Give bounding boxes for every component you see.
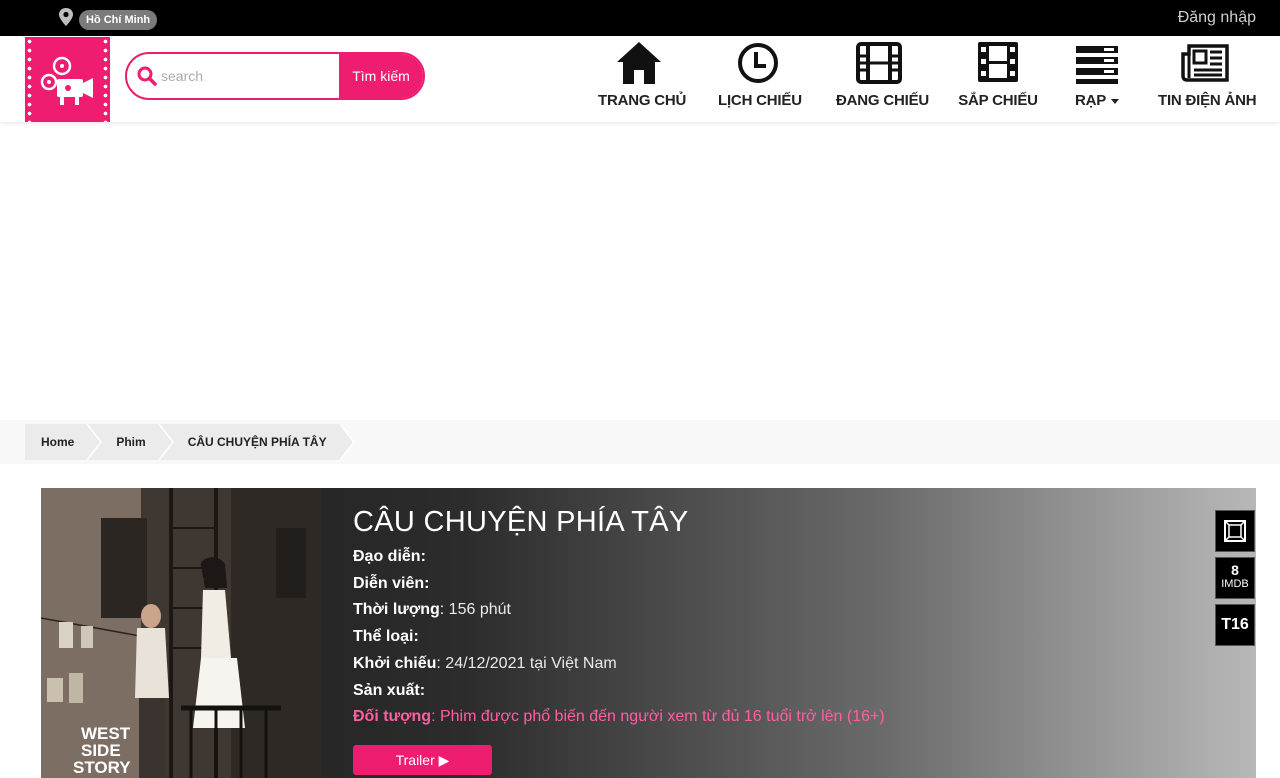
chevron-down-icon bbox=[1111, 98, 1120, 104]
nav-item-schedule[interactable]: LỊCH CHIẾU bbox=[718, 40, 802, 116]
duration-value: 156 phút bbox=[448, 601, 511, 619]
movie-detail-panel: WEST SIDE STORY CÂU CHUYỆN PHÍA TÂY Đạo … bbox=[41, 488, 1256, 778]
director-row: Đạo diễn: bbox=[353, 548, 426, 565]
home-icon bbox=[617, 42, 661, 84]
site-logo[interactable] bbox=[25, 37, 110, 122]
duration-row: Thời lượng: 156 phút bbox=[353, 601, 511, 619]
imdb-badge: 8 IMDB bbox=[1215, 557, 1255, 599]
duration-label: Thời lượng bbox=[353, 601, 440, 619]
breadcrumb-home[interactable]: Home bbox=[25, 424, 103, 460]
director-label: Đạo diễn bbox=[353, 548, 421, 565]
release-value: 24/12/2021 tại Việt Nam bbox=[445, 654, 617, 672]
audience-row: Đối tượng: Phim được phổ biến đến người … bbox=[353, 708, 885, 726]
nav-label-coming-soon: SẮP CHIẾU bbox=[958, 92, 1038, 109]
nav-label-home: TRANG CHỦ bbox=[598, 92, 687, 109]
header: Tìm kiếm TRANG CHỦ LỊCH CHIẾU ĐANG CHIẾU bbox=[0, 36, 1280, 122]
producer-row: Sản xuất: bbox=[353, 681, 426, 699]
audience-label: Đối tượng bbox=[353, 708, 432, 726]
search-box: Tìm kiếm bbox=[125, 52, 425, 100]
nav-item-home[interactable]: TRANG CHỦ bbox=[598, 40, 687, 116]
clock-icon bbox=[738, 43, 778, 83]
poster-image: WEST SIDE STORY bbox=[41, 488, 322, 778]
cast-row: Diễn viên: bbox=[353, 574, 430, 592]
film-strip-icon bbox=[978, 42, 1018, 82]
producer-label: Sản xuất bbox=[353, 681, 420, 699]
nav-label-schedule: LỊCH CHIẾU bbox=[718, 92, 802, 109]
audience-value: Phim được phổ biến đến người xem từ đủ 1… bbox=[439, 708, 885, 726]
login-link[interactable]: Đăng nhập bbox=[1178, 8, 1256, 28]
theater-list-icon bbox=[1076, 46, 1118, 84]
nav-item-theaters[interactable]: RẠP bbox=[1072, 40, 1122, 116]
age-rating-badge: T16 bbox=[1215, 604, 1255, 646]
breadcrumb-bar: Home Phim CÂU CHUYỆN PHÍA TÂY bbox=[0, 420, 1280, 464]
location-pin-icon bbox=[59, 8, 73, 26]
breadcrumb: Home Phim CÂU CHUYỆN PHÍA TÂY bbox=[25, 424, 355, 460]
fullscreen-button[interactable] bbox=[1215, 510, 1255, 552]
search-icon bbox=[137, 66, 157, 86]
film-perforation-left bbox=[26, 37, 33, 122]
genre-row: Thể loại: bbox=[353, 628, 419, 646]
release-label: Khởi chiếu bbox=[353, 654, 437, 672]
projector-icon bbox=[35, 42, 100, 117]
nav-label-theaters: RẠP bbox=[1072, 92, 1122, 109]
search-input[interactable] bbox=[161, 54, 341, 98]
movie-info: CÂU CHUYỆN PHÍA TÂY Đạo diễn: Diễn viên:… bbox=[353, 504, 1173, 775]
city-selector[interactable]: Hồ Chí Minh bbox=[79, 10, 158, 30]
nav-theaters-text: RẠP bbox=[1074, 92, 1107, 109]
fullscreen-icon bbox=[1224, 520, 1246, 542]
newspaper-icon bbox=[1181, 44, 1229, 82]
top-bar: Hồ Chí Minh Đăng nhập bbox=[0, 0, 1280, 36]
cast-label: Diễn viên bbox=[353, 574, 425, 592]
movie-poster[interactable]: WEST SIDE STORY bbox=[41, 488, 322, 778]
movie-side-buttons: 8 IMDB T16 bbox=[1215, 510, 1255, 651]
nav-item-now-showing[interactable]: ĐANG CHIẾU bbox=[836, 40, 930, 116]
imdb-score: 8 bbox=[1231, 562, 1239, 578]
movie-title: CÂU CHUYỆN PHÍA TÂY bbox=[353, 506, 689, 538]
breadcrumb-current[interactable]: CÂU CHUYỆN PHÍA TÂY bbox=[159, 424, 355, 460]
release-row: Khởi chiếu: 24/12/2021 tại Việt Nam bbox=[353, 654, 617, 672]
nav-label-movie-news: TIN ĐIỆN ẢNH bbox=[1158, 92, 1257, 109]
film-perforation-right bbox=[102, 37, 109, 122]
nav-item-coming-soon[interactable]: SẮP CHIẾU bbox=[958, 40, 1038, 116]
age-rating: T16 bbox=[1221, 616, 1249, 633]
trailer-button[interactable]: Trailer ▶ bbox=[353, 744, 492, 775]
nav-item-movie-news[interactable]: TIN ĐIỆN ẢNH bbox=[1158, 40, 1257, 116]
imdb-label: IMDB bbox=[1221, 578, 1249, 590]
search-button[interactable]: Tìm kiếm bbox=[339, 54, 423, 98]
film-icon bbox=[856, 42, 902, 84]
nav-label-now-showing: ĐANG CHIẾU bbox=[836, 92, 930, 109]
genre-label: Thể loại bbox=[353, 628, 414, 646]
